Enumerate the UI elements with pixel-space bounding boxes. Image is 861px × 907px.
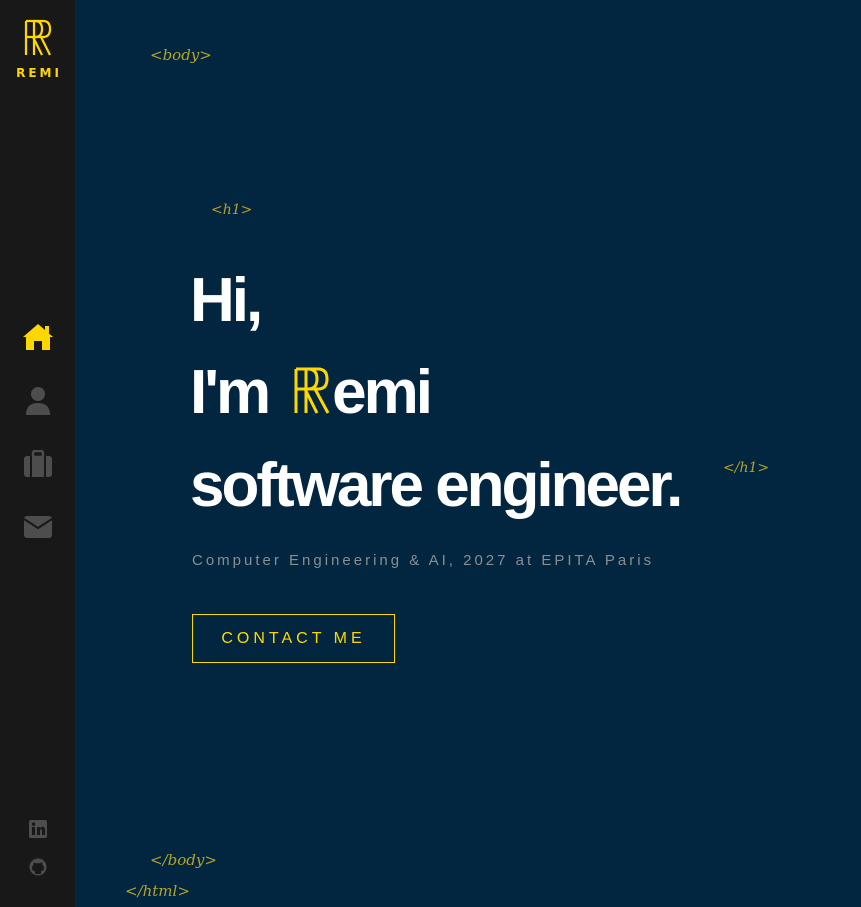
sidebar: REMI [0, 0, 75, 907]
user-icon [25, 387, 50, 415]
nav-contact[interactable] [0, 507, 75, 547]
briefcase-icon [23, 450, 52, 477]
subtitle: Computer Engineering & AI, 2027 at EPITA… [192, 552, 655, 569]
headline-prefix: I'm [190, 358, 271, 427]
headline-suffix: emi [332, 358, 433, 427]
nav-about[interactable] [0, 381, 75, 421]
linkedin-icon [28, 820, 47, 838]
nav-portfolio[interactable] [0, 444, 75, 484]
tag-body-open: <body> [150, 46, 212, 64]
contact-me-button[interactable]: CONTACT ME [192, 614, 395, 663]
social-github[interactable] [0, 855, 75, 879]
github-icon [29, 858, 46, 876]
logo[interactable]: REMI [0, 18, 75, 80]
logo-text: REMI [16, 66, 62, 80]
tag-h1-open: <h1> [211, 202, 253, 218]
tag-h1-close: </h1> [723, 460, 770, 476]
social-linkedin[interactable] [0, 817, 75, 841]
logo-mark-icon [24, 19, 51, 56]
nav-home[interactable] [0, 317, 75, 357]
tag-html-close: </html> [125, 882, 190, 900]
home-icon [22, 324, 53, 350]
name-initial-logo-icon [292, 365, 332, 428]
headline-line-1: Hi, [190, 266, 263, 335]
envelope-icon [22, 516, 53, 538]
headline-line-3: software engineer. [190, 451, 683, 520]
headline-line-2: I'm emi [190, 362, 433, 428]
tag-body-close: </body> [150, 851, 217, 869]
